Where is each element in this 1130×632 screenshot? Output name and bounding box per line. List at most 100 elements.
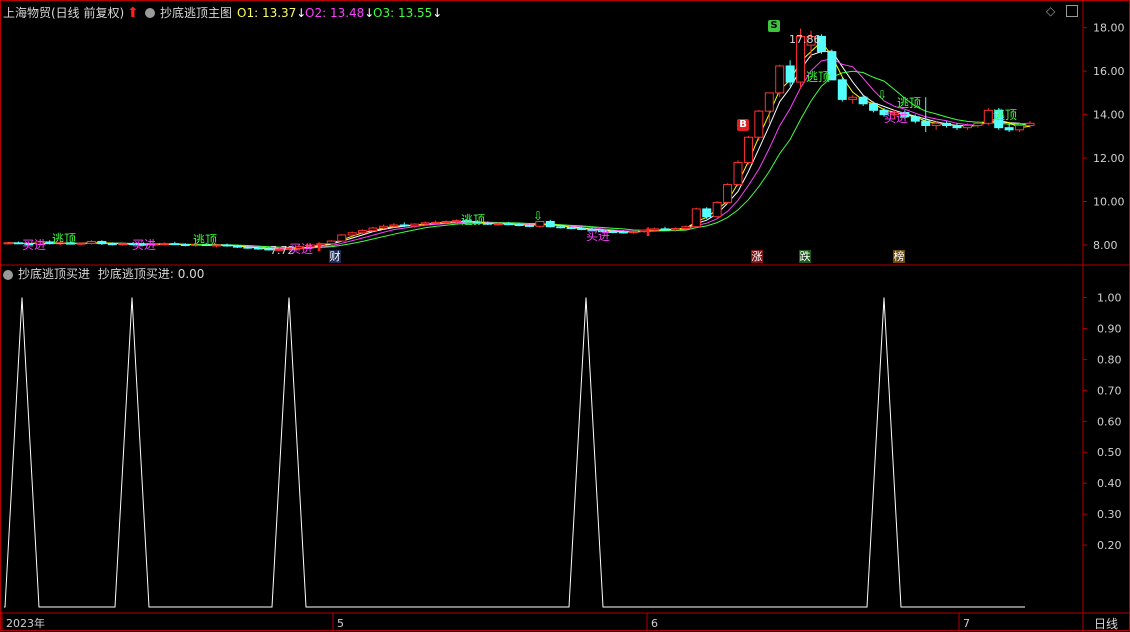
- moving-average-lines: [7, 40, 1031, 250]
- indicator-tick-label: 0.30: [1097, 508, 1122, 521]
- candle-body: [3, 242, 13, 245]
- price-tick-label: 14.00: [1093, 109, 1125, 122]
- outer-border: [0, 0, 1130, 631]
- candle-body: [180, 244, 190, 247]
- sub-indicator-value: 抄底逃顶买进: 0.00: [97, 267, 205, 281]
- candle-body: [326, 240, 336, 245]
- candle-body: [618, 231, 628, 234]
- candle-body: [577, 227, 587, 230]
- sub-indicator-header: 抄底逃顶买进 抄底逃顶买进: 0.00: [18, 267, 204, 281]
- time-axis: 2023年 5 6 7: [1, 613, 970, 631]
- candle-body: [358, 230, 368, 234]
- indicator-name[interactable]: 抄底逃顶主图: [160, 6, 232, 20]
- escape-marker: 逃顶: [52, 232, 77, 246]
- limit-down-event-badge[interactable]: 跌: [799, 250, 811, 263]
- o1-value: O1: 13.37↓: [237, 6, 307, 20]
- candle-body: [222, 244, 232, 247]
- candle-body: [1025, 122, 1035, 126]
- indicator-tick-label: 0.20: [1097, 539, 1122, 552]
- period-selector[interactable]: 日线: [1094, 615, 1118, 632]
- candle-body: [431, 221, 441, 224]
- candle-body: [848, 96, 858, 100]
- candle-body: [243, 246, 253, 249]
- candle-body: [232, 245, 242, 248]
- indicator-axis: 1.00 0.90 0.80 0.70 0.60 0.50 0.40 0.30 0.20: [1083, 291, 1122, 552]
- chart-frame: [0, 0, 1130, 631]
- dragon-tiger-list-badge[interactable]: 榜: [893, 250, 905, 263]
- candle-body: [629, 230, 639, 233]
- maximize-icon[interactable]: [1066, 5, 1078, 17]
- candle-body: [702, 208, 712, 218]
- stock-title[interactable]: 上海物贸(日线 前复权): [3, 6, 124, 20]
- buy-marker: 买进: [586, 229, 611, 243]
- candle-body: [451, 220, 461, 223]
- candlestick-series[interactable]: [3, 28, 1035, 252]
- candle-body: [76, 242, 86, 245]
- candle-body: [754, 110, 764, 138]
- price-tick-label: 12.00: [1093, 152, 1125, 165]
- up-arrow-icon: ⬆: [127, 5, 139, 21]
- collapse-diamond-icon[interactable]: ◇: [1046, 4, 1055, 18]
- indicator-tick-label: 0.60: [1097, 415, 1122, 428]
- stock-chart-canvas[interactable]: 18.00 16.00 14.00 12.00 10.00 8.00 1.00 0.90 0.…: [0, 0, 1130, 631]
- candle-body: [723, 184, 733, 203]
- o3-value: O3: 13.55↓: [373, 6, 443, 20]
- time-tick-label: 7: [963, 617, 970, 630]
- candle-body: [983, 109, 993, 124]
- candle-body: [858, 96, 868, 105]
- candle-body: [837, 79, 847, 100]
- candle-body: [107, 243, 117, 246]
- candle-body: [368, 227, 378, 232]
- candle-body: [566, 227, 576, 230]
- candle-body: [97, 240, 107, 245]
- candle-body: [1015, 124, 1025, 131]
- indicator-tick-label: 0.40: [1097, 477, 1122, 490]
- candle-body: [962, 124, 972, 129]
- indicator-tick-label: 1.00: [1097, 291, 1122, 304]
- up-arrow-icon: ⬆: [314, 240, 325, 254]
- sub-indicator-menu-icon[interactable]: [3, 270, 13, 280]
- buy-marker: 买进: [132, 238, 157, 252]
- down-arrow-icon: ⇩: [533, 209, 544, 223]
- sub-indicator-name[interactable]: 抄底逃顶买进: [18, 267, 90, 281]
- candle-body: [504, 223, 514, 226]
- o2-value: O2: 13.48↓: [305, 6, 375, 20]
- candle-body: [170, 243, 180, 246]
- candle-body: [712, 201, 722, 218]
- candle-body: [514, 224, 524, 227]
- trend-line: [7, 40, 1031, 250]
- buy-marker: 买进: [22, 238, 47, 252]
- candle-body: [869, 103, 879, 111]
- candle-body: [608, 230, 618, 233]
- buy-marker: 买进: [884, 111, 909, 125]
- time-tick-label: 2023年: [6, 616, 45, 630]
- indicator-tick-label: 0.50: [1097, 446, 1122, 459]
- candle-body: [389, 224, 399, 227]
- candle-body: [733, 161, 743, 186]
- price-tick-label: 18.00: [1093, 22, 1125, 35]
- candle-body: [1004, 127, 1014, 131]
- candle-body: [775, 65, 785, 94]
- candle-body: [441, 221, 451, 224]
- indicator-line: [4, 297, 1025, 608]
- candle-body: [921, 120, 931, 126]
- candle-body: [86, 240, 96, 244]
- finance-event-badge[interactable]: 财: [329, 250, 341, 263]
- indicator-menu-icon[interactable]: [145, 8, 155, 18]
- candle-body: [410, 223, 420, 227]
- candle-body: [681, 226, 691, 229]
- buy-signal-series: [4, 297, 1025, 608]
- indicator-tick-label: 0.70: [1097, 384, 1122, 397]
- escape-marker: 逃顶: [193, 233, 218, 247]
- sell-signal-badge[interactable]: S: [768, 20, 780, 32]
- buy-signal-badge[interactable]: B: [737, 119, 749, 131]
- o1-line: [7, 50, 1031, 250]
- candle-body: [952, 124, 962, 129]
- limit-up-event-badge[interactable]: 涨: [751, 250, 763, 263]
- price-tick-label: 10.00: [1093, 196, 1125, 209]
- candle-body: [337, 234, 347, 242]
- escape-marker: 逃顶: [806, 70, 831, 84]
- candle-body: [118, 243, 128, 246]
- candle-body: [931, 122, 941, 126]
- o3-down-arrow-icon: ↓: [432, 6, 443, 20]
